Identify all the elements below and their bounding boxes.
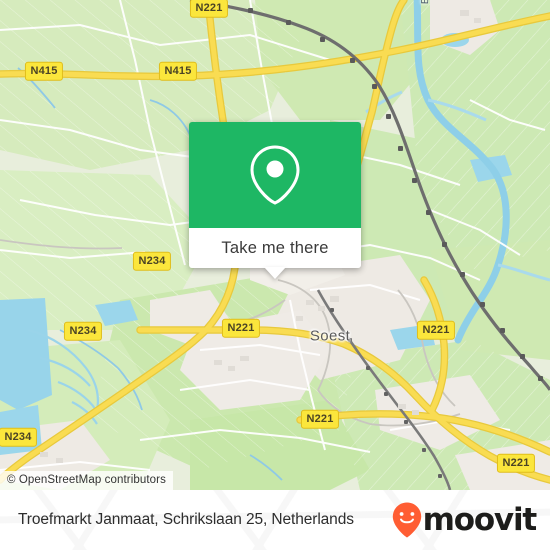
moovit-logo[interactable]: moovit: [392, 501, 538, 538]
callout-icon-panel: [189, 122, 361, 228]
callout-pointer: [264, 267, 286, 279]
road-shield-n234-lower[interactable]: N234: [0, 427, 38, 447]
map-pin-icon: [250, 145, 300, 205]
road-shield-n221-center[interactable]: N221: [221, 318, 261, 338]
road-shield-n221-right[interactable]: N221: [416, 320, 456, 340]
place-label-soest: Soest: [309, 327, 351, 345]
callout-action-panel[interactable]: Take me there: [189, 228, 361, 279]
road-shield-n415-mid[interactable]: N415: [158, 61, 198, 81]
road-shield-n221-bottom-right[interactable]: N221: [496, 453, 536, 473]
moovit-map-screenshot: Soest Eem N221 N415 N415 N234 N234 N221 …: [0, 0, 550, 550]
moovit-wordmark: moovit: [422, 501, 538, 538]
moovit-smiling-pin-icon: [392, 502, 421, 538]
take-me-there-label: Take me there: [221, 238, 329, 257]
take-me-there-callout[interactable]: Take me there: [189, 122, 361, 279]
road-shield-n415-left[interactable]: N415: [24, 61, 64, 81]
road-shield-n234-mid[interactable]: N234: [63, 321, 103, 341]
road-shield-n221-bottom[interactable]: N221: [300, 409, 340, 429]
map-attribution[interactable]: © OpenStreetMap contributors: [0, 471, 173, 490]
road-shield-n221-top[interactable]: N221: [189, 0, 229, 18]
location-title: Troefmarkt Janmaat, Schrikslaan 25, Neth…: [18, 511, 354, 528]
water-label-eem: Eem: [420, 0, 432, 4]
road-shield-n234-upper[interactable]: N234: [132, 251, 172, 271]
footer-bar: Troefmarkt Janmaat, Schrikslaan 25, Neth…: [0, 490, 550, 550]
